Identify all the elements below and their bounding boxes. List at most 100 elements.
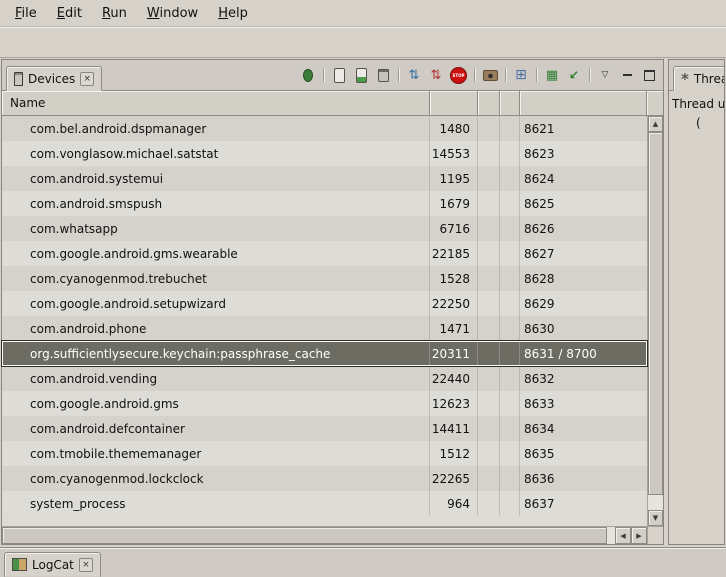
- process-name: com.google.android.setupwizard: [2, 291, 430, 316]
- process-port: 8624: [520, 166, 647, 191]
- scroll-right-button[interactable]: ▶: [631, 527, 647, 544]
- empty-cell: [500, 441, 520, 466]
- table-row[interactable]: com.cyanogenmod.trebuchet 1528 8628: [2, 266, 647, 291]
- tab-logcat-label: LogCat: [32, 558, 74, 572]
- column-header-empty1[interactable]: [478, 91, 500, 116]
- scroll-down-button[interactable]: ▼: [648, 510, 663, 526]
- toolbar-separator: [398, 68, 399, 82]
- process-name: com.vonglasow.michael.satstat: [2, 141, 430, 166]
- empty-cell: [478, 316, 500, 341]
- process-name: com.google.android.gms.wearable: [2, 241, 430, 266]
- stop-process-icon[interactable]: STOP: [450, 67, 467, 84]
- menu-help[interactable]: Help: [209, 3, 257, 24]
- close-icon[interactable]: ×: [79, 558, 93, 572]
- table-row[interactable]: com.tmobile.thememanager 1512 8635: [2, 441, 647, 466]
- threads-icon: *: [681, 74, 689, 84]
- tree-icon[interactable]: [564, 66, 584, 84]
- view-menu-icon[interactable]: [595, 66, 615, 84]
- view-hierarchy-icon[interactable]: [511, 66, 531, 84]
- table-row[interactable]: org.sufficientlysecure.keychain:passphra…: [2, 341, 647, 366]
- vertical-scrollbar-thumb[interactable]: [648, 132, 663, 495]
- menu-run[interactable]: Run: [93, 3, 136, 24]
- empty-cell: [478, 141, 500, 166]
- process-port: 8629: [520, 291, 647, 316]
- empty-cell: [478, 342, 500, 365]
- table-row[interactable]: com.android.defcontainer 14411 8634: [2, 416, 647, 441]
- empty-cell: [500, 266, 520, 291]
- column-header-name[interactable]: Name: [2, 91, 430, 116]
- process-name: com.bel.android.dspmanager: [2, 116, 430, 141]
- table-row[interactable]: com.bel.android.dspmanager 1480 8621: [2, 116, 647, 141]
- update-threads-icon[interactable]: [404, 66, 424, 84]
- scroll-left-button[interactable]: ◀: [615, 527, 631, 544]
- table-header: Name: [2, 91, 663, 116]
- logcat-bar: LogCat ×: [0, 547, 726, 577]
- horizontal-scrollbar-row: ◀ ▶: [2, 526, 663, 544]
- process-name: com.cyanogenmod.lockclock: [2, 466, 430, 491]
- process-pid: 20311: [430, 342, 478, 365]
- tab-logcat[interactable]: LogCat ×: [4, 552, 101, 577]
- process-pid: 1528: [430, 266, 478, 291]
- menu-edit[interactable]: Edit: [48, 3, 91, 24]
- menu-file[interactable]: File: [6, 3, 46, 24]
- table-row[interactable]: com.whatsapp 6716 8626: [2, 216, 647, 241]
- close-icon[interactable]: ×: [80, 72, 94, 86]
- empty-cell: [478, 391, 500, 416]
- process-name: com.tmobile.thememanager: [2, 441, 430, 466]
- tab-devices[interactable]: Devices ×: [6, 66, 102, 91]
- minimize-icon[interactable]: [617, 66, 637, 84]
- empty-cell: [500, 166, 520, 191]
- menu-window[interactable]: Window: [138, 3, 207, 24]
- process-pid: 22250: [430, 291, 478, 316]
- table-row[interactable]: com.google.android.setupwizard 22250 862…: [2, 291, 647, 316]
- scroll-up-button[interactable]: ▲: [648, 116, 663, 132]
- table-row[interactable]: com.android.smspush 1679 8625: [2, 191, 647, 216]
- empty-cell: [478, 241, 500, 266]
- process-name: com.android.vending: [2, 366, 430, 391]
- table-row[interactable]: com.android.vending 22440 8632: [2, 366, 647, 391]
- empty-cell: [500, 216, 520, 241]
- column-header-empty2[interactable]: [500, 91, 520, 116]
- empty-cell: [500, 241, 520, 266]
- process-port: 8631 / 8700: [520, 342, 647, 365]
- table-zone: com.bel.android.dspmanager 1480 8621 com…: [2, 116, 663, 526]
- process-pid: 22265: [430, 466, 478, 491]
- process-port: 8628: [520, 266, 647, 291]
- process-pid: 6716: [430, 216, 478, 241]
- table-row[interactable]: system_process 964 8637: [2, 491, 647, 516]
- system-info-icon[interactable]: [542, 66, 562, 84]
- horizontal-scrollbar-track[interactable]: [2, 527, 615, 544]
- table-row[interactable]: com.google.android.gms 12623 8633: [2, 391, 647, 416]
- horizontal-scrollbar[interactable]: ◀ ▶: [2, 527, 647, 544]
- process-port: 8630: [520, 316, 647, 341]
- table-row[interactable]: com.android.systemui 1195 8624: [2, 166, 647, 191]
- process-port: 8623: [520, 141, 647, 166]
- column-header-port[interactable]: [520, 91, 647, 116]
- process-port: 8621: [520, 116, 647, 141]
- maximize-icon[interactable]: [639, 66, 659, 84]
- tab-threads[interactable]: * Threads: [673, 66, 725, 91]
- devices-panel: Devices × STOP Name com.bel.android.dspm…: [1, 59, 664, 545]
- table-row[interactable]: com.google.android.gms.wearable 22185 86…: [2, 241, 647, 266]
- table-row[interactable]: com.vonglasow.michael.satstat 14553 8623: [2, 141, 647, 166]
- method-profiling-icon[interactable]: [426, 66, 446, 84]
- process-name: com.google.android.gms: [2, 391, 430, 416]
- table-row[interactable]: com.cyanogenmod.lockclock 22265 8636: [2, 466, 647, 491]
- vertical-scrollbar-track[interactable]: [648, 132, 663, 510]
- process-pid: 22185: [430, 241, 478, 266]
- dump-hprof-icon[interactable]: [351, 66, 371, 84]
- empty-cell: [478, 466, 500, 491]
- process-name: system_process: [2, 491, 430, 516]
- empty-cell: [478, 116, 500, 141]
- empty-cell: [500, 491, 520, 516]
- cause-gc-icon[interactable]: [373, 66, 393, 84]
- vertical-scrollbar[interactable]: ▲ ▼: [647, 116, 663, 526]
- screen-capture-icon[interactable]: [480, 66, 500, 84]
- column-header-pid[interactable]: [430, 91, 478, 116]
- toolbar-separator: [323, 68, 324, 82]
- update-heap-icon[interactable]: [329, 66, 349, 84]
- debug-icon[interactable]: [298, 66, 318, 84]
- horizontal-scrollbar-thumb[interactable]: [2, 527, 607, 544]
- table-row[interactable]: com.android.phone 1471 8630: [2, 316, 647, 341]
- empty-cell: [500, 416, 520, 441]
